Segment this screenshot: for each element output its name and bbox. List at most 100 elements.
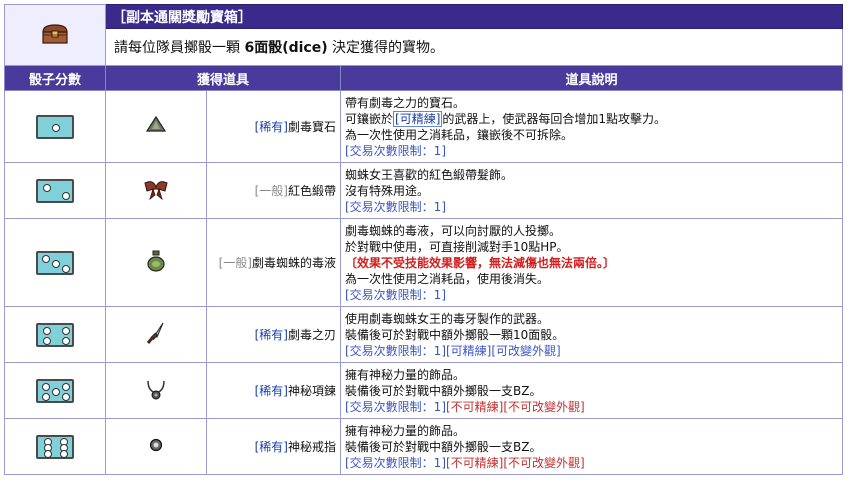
table-body: [稀有]劇毒寶石 帶有劇毒之力的寶石。 可鑲嵌於 [可精練] 的武器上，使武器每回合增加… xyxy=(4,90,843,475)
poison-jar-icon xyxy=(146,250,166,276)
description-text: 帶有劇毒之力的寶石。 xyxy=(345,95,466,110)
description-text: [不可精練][不可改變外觀] xyxy=(446,455,585,470)
description-text: [交易次數限制：1] xyxy=(345,287,446,302)
item-description-cell: 擁有神秘力量的飾品。 裝備後可於對戰中額外擲骰一支BZ。 [交易次數限制：1][不可… xyxy=(340,418,843,475)
rarity-label: [稀有] xyxy=(254,384,288,398)
description-line: 蜘蛛女王喜歡的紅色緞帶髮飾。 xyxy=(345,167,838,183)
table-header-row: 骰子分數 獲得道具 道具說明 xyxy=(4,65,843,91)
dice-face-icon xyxy=(36,114,74,139)
item-icon-cell xyxy=(105,418,207,475)
rarity-label: [稀有] xyxy=(254,328,288,342)
description-text: 裝備後可於對戰中額外擲骰一顆10面骰。 xyxy=(345,327,565,342)
description-line: 裝備後可於對戰中額外擲骰一顆10面骰。 xyxy=(345,327,838,343)
item-icon-cell xyxy=(105,362,207,419)
dice-score-cell xyxy=(4,162,106,219)
description-text: [可精練] xyxy=(393,110,443,127)
item-description-cell: 擁有神秘力量的飾品。 裝備後可於對戰中額外擲骰一支BZ。 [交易次數限制：1][不可… xyxy=(340,362,843,419)
item-name-cell: [稀有]劇毒寶石 xyxy=(206,90,341,163)
item-name-cell: [一般]劇毒蜘蛛的毒液 xyxy=(206,218,341,307)
header-item: 獲得道具 xyxy=(105,65,341,91)
item-name: 劇毒之刃 xyxy=(287,328,336,342)
dice-score-cell xyxy=(4,218,106,307)
description-line: 擁有神秘力量的飾品。 xyxy=(345,367,838,383)
description-text: 裝備後可於對戰中額外擲骰一支BZ。 xyxy=(345,383,542,398)
description-line: 於對戰中使用，可直接削減對手10點HP。 xyxy=(345,239,838,255)
description-text: 擁有神秘力量的飾品。 xyxy=(345,423,466,438)
description-line: 為一次性使用之消耗品，使用後消失。 xyxy=(345,271,838,287)
rarity-label: [稀有] xyxy=(254,440,288,454)
item-icon-cell xyxy=(105,90,207,163)
item-name: 劇毒蜘蛛的毒液 xyxy=(251,256,336,270)
item-name-cell: [稀有]神秘項鍊 xyxy=(206,362,341,419)
description-line: [交易次數限制：1] xyxy=(345,287,838,303)
item-name: 劇毒寶石 xyxy=(287,120,336,134)
table-row: [一般]劇毒蜘蛛的毒液 劇毒蜘蛛的毒液，可以向討厭的人投擲。 於對戰中使用，可直接削… xyxy=(4,218,843,307)
dice-face-icon xyxy=(36,434,74,459)
description-line: 劇毒蜘蛛的毒液，可以向討厭的人投擲。 xyxy=(345,223,838,239)
table-row: [稀有]神秘戒指 擁有神秘力量的飾品。 裝備後可於對戰中額外擲骰一支BZ。 [交易次數… xyxy=(4,418,843,475)
dice-face-icon xyxy=(36,378,74,403)
item-name: 神秘戒指 xyxy=(287,440,336,454)
gem-icon xyxy=(145,115,167,138)
item-icon-cell xyxy=(105,218,207,307)
description-line: 裝備後可於對戰中額外擲骰一支BZ。 xyxy=(345,439,838,455)
dagger-icon xyxy=(145,322,167,348)
description-text: 使用劇毒蜘蛛女王的毒牙製作的武器。 xyxy=(345,311,550,326)
ribbon-icon xyxy=(141,181,171,204)
description-line: [交易次數限制：1][不可精練][不可改變外觀] xyxy=(345,399,838,415)
dice-score-cell xyxy=(4,306,106,363)
description-text: [交易次數限制：1] xyxy=(345,199,446,214)
description-text: 的武器上，使武器每回合增加1點攻擊力。 xyxy=(442,111,667,126)
rarity-label: [稀有] xyxy=(254,120,288,134)
item-icon-cell xyxy=(105,162,207,219)
header-dice: 骰子分數 xyxy=(4,65,106,91)
description-text: [不可精練][不可改變外觀] xyxy=(446,399,585,414)
item-description-cell: 劇毒蜘蛛的毒液，可以向討厭的人投擲。 於對戰中使用，可直接削減對手10點HP。 〔效… xyxy=(340,218,843,307)
treasure-chest-icon xyxy=(4,4,106,66)
table-row: [稀有]劇毒寶石 帶有劇毒之力的寶石。 可鑲嵌於 [可精練] 的武器上，使武器每回合增加… xyxy=(4,90,843,163)
description-text: 裝備後可於對戰中額外擲骰一支BZ。 xyxy=(345,439,542,454)
dice-face-icon xyxy=(36,250,74,275)
item-name-cell: [一般]紅色緞帶 xyxy=(206,162,341,219)
description-line: [交易次數限制：1] xyxy=(345,199,838,215)
description-text: [交易次數限制：1][可精練][可改變外觀] xyxy=(345,343,561,358)
description-line: 使用劇毒蜘蛛女王的毒牙製作的武器。 xyxy=(345,311,838,327)
item-icon-cell xyxy=(105,306,207,363)
table-row: [一般]紅色緞帶 蜘蛛女王喜歡的紅色緞帶髮飾。 沒有特殊用途。 [交易次數限制：1] xyxy=(4,162,843,219)
item-description-cell: 蜘蛛女王喜歡的紅色緞帶髮飾。 沒有特殊用途。 [交易次數限制：1] xyxy=(340,162,843,219)
description-text: 於對戰中使用，可直接削減對手10點HP。 xyxy=(345,239,569,254)
description-line: 帶有劇毒之力的寶石。 xyxy=(345,95,838,111)
description-text: 劇毒蜘蛛的毒液，可以向討厭的人投擲。 xyxy=(345,223,562,238)
description-text: 可鑲嵌於 xyxy=(345,111,394,126)
item-name-cell: [稀有]劇毒之刃 xyxy=(206,306,341,363)
description-text: 為一次性使用之消耗品，使用後消失。 xyxy=(345,271,550,286)
reward-table-container: ［副本通關獎勵寶箱］ 請每位隊員擲骰一顆 6面骰(dice) 決定獲得的寶物。 … xyxy=(4,3,843,475)
table-row: [稀有]劇毒之刃 使用劇毒蜘蛛女王的毒牙製作的武器。 裝備後可於對戰中額外擲骰一顆1… xyxy=(4,306,843,363)
description-line: 可鑲嵌於 [可精練] 的武器上，使武器每回合增加1點攻擊力。 xyxy=(345,110,838,127)
dice-score-cell xyxy=(4,362,106,419)
description-text: [交易次數限制：1] xyxy=(345,399,446,414)
dice-score-cell xyxy=(4,418,106,475)
description-text: 蜘蛛女王喜歡的紅色緞帶髮飾。 xyxy=(345,167,514,182)
description-line: 擁有神秘力量的飾品。 xyxy=(345,423,838,439)
description-line: 裝備後可於對戰中額外擲骰一支BZ。 xyxy=(345,383,838,399)
description-line: [交易次數限制：1] xyxy=(345,143,838,159)
table-row: [稀有]神秘項鍊 擁有神秘力量的飾品。 裝備後可於對戰中額外擲骰一支BZ。 [交易次數… xyxy=(4,362,843,419)
instruction-post: 決定獲得的寶物。 xyxy=(327,40,445,57)
page-title: ［副本通關獎勵寶箱］ xyxy=(105,3,843,30)
description-text: [交易次數限制：1] xyxy=(345,143,446,158)
description-line: [交易次數限制：1][可精練][可改變外觀] xyxy=(345,343,838,359)
description-text: 擁有神秘力量的飾品。 xyxy=(345,367,466,382)
rarity-label: [一般] xyxy=(254,184,288,198)
item-description-cell: 使用劇毒蜘蛛女王的毒牙製作的武器。 裝備後可於對戰中額外擲骰一顆10面骰。 [交易次… xyxy=(340,306,843,363)
dice-face-icon xyxy=(36,322,74,347)
description-text: [交易次數限制：1] xyxy=(345,455,446,470)
reward-table: ［副本通關獎勵寶箱］ 請每位隊員擲骰一顆 6面骰(dice) 決定獲得的寶物。 … xyxy=(4,3,843,475)
description-text: 沒有特殊用途。 xyxy=(345,183,430,198)
description-line: [交易次數限制：1][不可精練][不可改變外觀] xyxy=(345,455,838,471)
instruction-text: 請每位隊員擲骰一顆 6面骰(dice) 決定獲得的寶物。 xyxy=(105,28,843,66)
item-name: 紅色緞帶 xyxy=(287,184,336,198)
description-line: 為一次性使用之消耗品，鑲嵌後不可拆除。 xyxy=(345,127,838,143)
dice-face-icon xyxy=(36,178,74,203)
description-line: 〔效果不受技能效果影響，無法減傷也無法兩倍。〕 xyxy=(345,255,838,271)
